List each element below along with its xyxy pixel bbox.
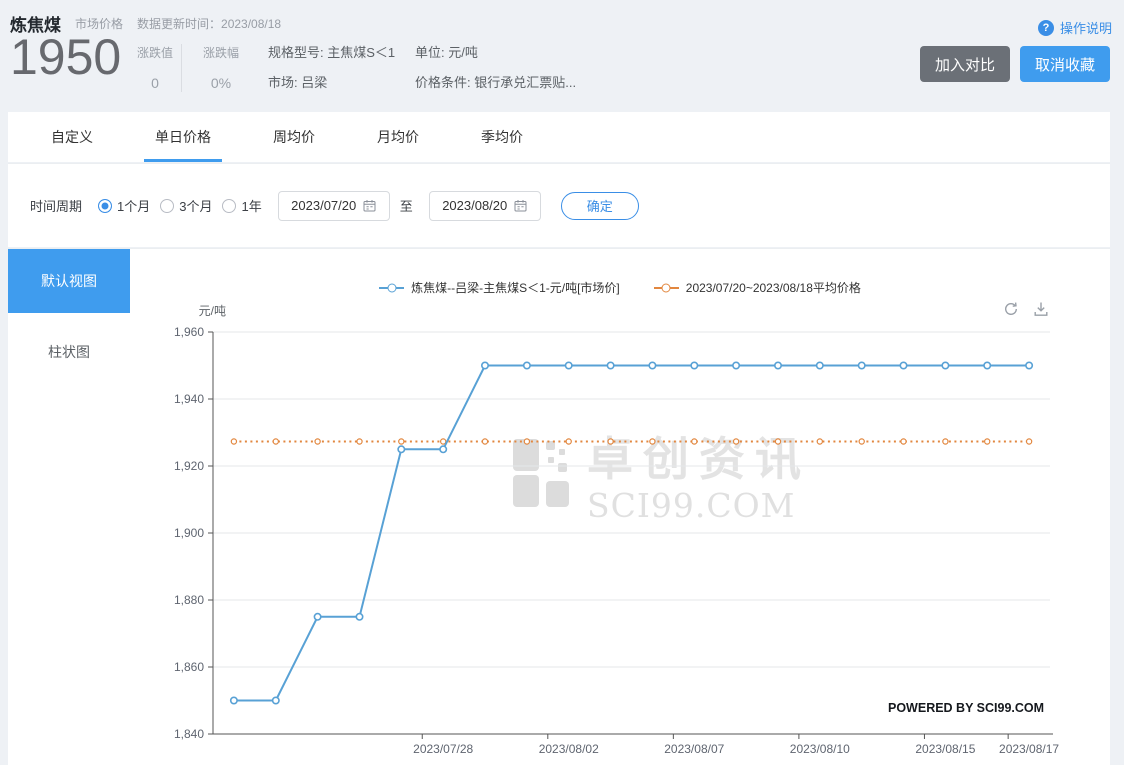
tab-monthly-avg[interactable]: 月均价 [374, 112, 422, 162]
svg-text:1,920: 1,920 [174, 459, 204, 473]
confirm-button[interactable]: 确定 [561, 192, 639, 220]
radio-3-month[interactable]: 3个月 [160, 196, 212, 215]
tab-quarterly-avg[interactable]: 季均价 [478, 112, 526, 162]
chart-legend: 炼焦煤--吕梁-主焦煤S＜1-元/吨[市场价] 2023/07/20~2023/… [130, 279, 1110, 296]
update-time-label: 数据更新时间： [137, 17, 221, 31]
end-date-input[interactable]: 2023/08/20 [429, 191, 541, 221]
to-label: 至 [400, 196, 413, 215]
update-time: 数据更新时间：2023/08/18 [137, 15, 281, 32]
svg-text:2023/08/10: 2023/08/10 [790, 742, 850, 756]
time-period-label: 时间周期 [30, 196, 82, 215]
legend-item-average[interactable]: 2023/07/20~2023/08/18平均价格 [654, 279, 861, 296]
radio-dot-icon [160, 199, 174, 213]
chart-card: 默认视图 柱状图 炼焦煤--吕梁-主焦煤S＜1-元/吨[市场价] 2023/07… [8, 248, 1110, 765]
help-label: 操作说明 [1060, 18, 1112, 37]
radio-1-month[interactable]: 1个月 [98, 196, 150, 215]
radio-1-year[interactable]: 1年 [222, 196, 261, 215]
line-circle-marker-icon [654, 283, 679, 293]
svg-text:2023/08/07: 2023/08/07 [664, 742, 724, 756]
powered-by-label: POWERED BY SCI99.COM [888, 701, 1044, 715]
price-condition-info: 价格条件: 银行承兑汇票贴... [415, 72, 576, 91]
svg-text:1,940: 1,940 [174, 392, 204, 406]
tab-custom[interactable]: 自定义 [48, 112, 96, 162]
sidebar-item-bar-chart[interactable]: 柱状图 [8, 335, 130, 369]
svg-text:2023/08/02: 2023/08/02 [539, 742, 599, 756]
time-period-filter: 时间周期 1个月 3个月 1年 2023/07/20 至 2023/08/20 … [8, 163, 1110, 247]
start-date-input[interactable]: 2023/07/20 [278, 191, 390, 221]
tab-daily-price[interactable]: 单日价格 [152, 112, 214, 162]
calendar-icon [363, 199, 376, 212]
add-compare-button[interactable]: 加入对比 [920, 46, 1010, 82]
current-price: 1950 [10, 28, 121, 86]
start-date-value: 2023/07/20 [291, 198, 356, 213]
question-circle-icon: ? [1038, 20, 1054, 36]
change-value-block: 涨跌值 0 [132, 44, 178, 91]
change-pct-block: 涨跌幅 0% [198, 44, 244, 91]
market-info: 市场: 吕梁 [268, 72, 327, 91]
tab-weekly-avg[interactable]: 周均价 [270, 112, 318, 162]
change-pct-label: 涨跌幅 [198, 44, 244, 61]
divider [181, 44, 182, 92]
legend-average-label: 2023/07/20~2023/08/18平均价格 [686, 279, 861, 296]
svg-text:2023/08/17: 2023/08/17 [999, 742, 1059, 756]
svg-text:1,860: 1,860 [174, 660, 204, 674]
svg-text:1,840: 1,840 [174, 727, 204, 741]
calendar-icon [514, 199, 527, 212]
svg-text:1,900: 1,900 [174, 526, 204, 540]
unit-info: 单位: 元/吨 [415, 42, 478, 61]
app-page: 炼焦煤 市场价格 数据更新时间：2023/08/18 ? 操作说明 1950 涨… [0, 0, 1124, 765]
download-icon[interactable] [1032, 300, 1050, 318]
line-circle-marker-icon [379, 283, 404, 293]
price-line-chart[interactable]: 1,840 1,860 1,880 1,900 1,920 1,940 1,960 2023/… [140, 319, 1100, 765]
legend-series-label: 炼焦煤--吕梁-主焦煤S＜1-元/吨[市场价] [411, 279, 620, 296]
price-tabs: 自定义 单日价格 周均价 月均价 季均价 [8, 112, 1110, 162]
svg-text:1,880: 1,880 [174, 593, 204, 607]
svg-text:2023/07/28: 2023/07/28 [413, 742, 473, 756]
svg-text:1,960: 1,960 [174, 325, 204, 339]
change-pct: 0% [198, 75, 244, 91]
spec-info: 规格型号: 主焦煤S＜1 [268, 42, 395, 61]
radio-dot-icon [98, 199, 112, 213]
chart-toolbox [1002, 300, 1050, 318]
radio-3-month-label: 3个月 [179, 196, 212, 215]
change-value-label: 涨跌值 [132, 44, 178, 61]
refresh-icon[interactable] [1002, 300, 1020, 318]
y-axis-unit-label: 元/吨 [166, 302, 226, 319]
change-value: 0 [132, 75, 178, 91]
radio-dot-icon [222, 199, 236, 213]
help-link[interactable]: ? 操作说明 [1038, 18, 1112, 37]
radio-1-month-label: 1个月 [117, 196, 150, 215]
svg-text:2023/08/15: 2023/08/15 [915, 742, 975, 756]
sidebar-item-default-view[interactable]: 默认视图 [8, 249, 130, 313]
update-time-value: 2023/08/18 [221, 17, 281, 31]
cancel-favorite-button[interactable]: 取消收藏 [1020, 46, 1110, 82]
radio-1-year-label: 1年 [241, 196, 261, 215]
legend-item-series[interactable]: 炼焦煤--吕梁-主焦煤S＜1-元/吨[市场价] [379, 279, 620, 296]
end-date-value: 2023/08/20 [442, 198, 507, 213]
